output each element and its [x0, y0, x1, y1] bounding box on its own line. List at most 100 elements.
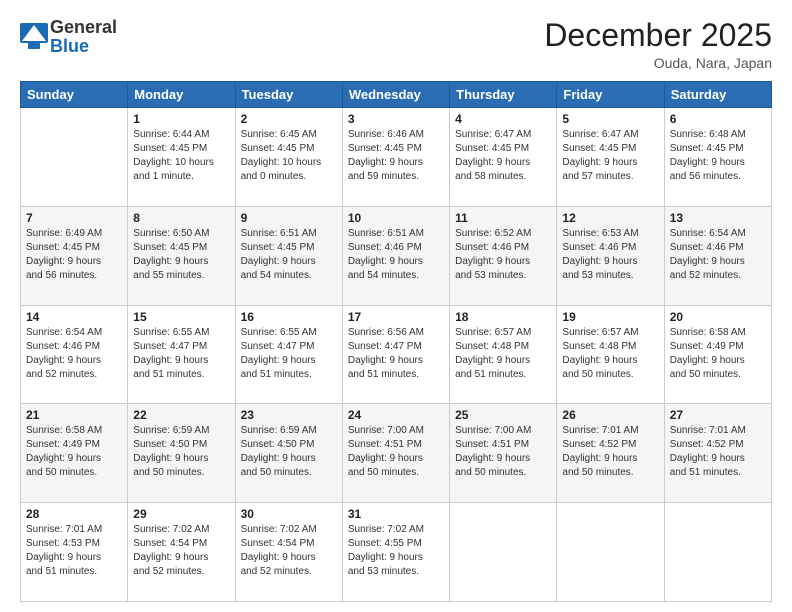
table-row	[557, 503, 664, 602]
day-number: 3	[348, 112, 444, 126]
col-header-tuesday: Tuesday	[235, 82, 342, 108]
day-number: 18	[455, 310, 551, 324]
cell-info: Sunrise: 6:45 AM Sunset: 4:45 PM Dayligh…	[241, 128, 337, 184]
day-number: 8	[133, 211, 229, 225]
table-row: 8 Sunrise: 6:50 AM Sunset: 4:45 PM Daylig…	[128, 206, 235, 305]
day-number: 12	[562, 211, 658, 225]
cell-info: Sunrise: 6:57 AM Sunset: 4:48 PM Dayligh…	[455, 326, 551, 382]
day-number: 26	[562, 408, 658, 422]
table-row: 6 Sunrise: 6:48 AM Sunset: 4:45 PM Daylig…	[664, 108, 771, 207]
month-title: December 2025	[544, 18, 772, 53]
cell-info: Sunrise: 6:47 AM Sunset: 4:45 PM Dayligh…	[455, 128, 551, 184]
day-number: 14	[26, 310, 122, 324]
title-block: December 2025 Ouda, Nara, Japan	[544, 18, 772, 71]
logo: General Blue	[20, 18, 117, 56]
day-number: 31	[348, 507, 444, 521]
day-number: 11	[455, 211, 551, 225]
cell-info: Sunrise: 6:54 AM Sunset: 4:46 PM Dayligh…	[670, 227, 766, 283]
table-row: 9 Sunrise: 6:51 AM Sunset: 4:45 PM Daylig…	[235, 206, 342, 305]
col-header-thursday: Thursday	[450, 82, 557, 108]
cell-info: Sunrise: 6:59 AM Sunset: 4:50 PM Dayligh…	[241, 424, 337, 480]
table-row: 20Sunrise: 6:58 AM Sunset: 4:49 PM Dayli…	[664, 305, 771, 404]
table-row: 30 Sunrise: 7:02 AM Sunset: 4:54 PM Dayli…	[235, 503, 342, 602]
table-row: 15 Sunrise: 6:55 AM Sunset: 4:47 PM Dayli…	[128, 305, 235, 404]
table-row: 25Sunrise: 7:00 AM Sunset: 4:51 PM Dayli…	[450, 404, 557, 503]
day-number: 9	[241, 211, 337, 225]
col-header-saturday: Saturday	[664, 82, 771, 108]
cell-info: Sunrise: 6:56 AM Sunset: 4:47 PM Dayligh…	[348, 326, 444, 382]
location: Ouda, Nara, Japan	[544, 55, 772, 71]
cell-info: Sunrise: 6:51 AM Sunset: 4:45 PM Dayligh…	[241, 227, 337, 283]
cell-info: Sunrise: 7:00 AM Sunset: 4:51 PM Dayligh…	[348, 424, 444, 480]
col-header-monday: Monday	[128, 82, 235, 108]
logo-general: General	[50, 18, 117, 37]
table-row: 5Sunrise: 6:47 AM Sunset: 4:45 PM Daylig…	[557, 108, 664, 207]
table-row: 17 Sunrise: 6:56 AM Sunset: 4:47 PM Dayli…	[342, 305, 449, 404]
day-number: 23	[241, 408, 337, 422]
table-row: 18 Sunrise: 6:57 AM Sunset: 4:48 PM Dayli…	[450, 305, 557, 404]
cell-info: Sunrise: 6:54 AM Sunset: 4:46 PM Dayligh…	[26, 326, 122, 382]
day-number: 27	[670, 408, 766, 422]
table-row: 21Sunrise: 6:58 AM Sunset: 4:49 PM Dayli…	[21, 404, 128, 503]
cell-info: Sunrise: 6:48 AM Sunset: 4:45 PM Dayligh…	[670, 128, 766, 184]
cell-info: Sunrise: 6:47 AM Sunset: 4:45 PM Dayligh…	[562, 128, 658, 184]
day-number: 16	[241, 310, 337, 324]
cell-info: Sunrise: 7:01 AM Sunset: 4:52 PM Dayligh…	[562, 424, 658, 480]
cell-info: Sunrise: 6:55 AM Sunset: 4:47 PM Dayligh…	[241, 326, 337, 382]
day-number: 17	[348, 310, 444, 324]
day-number: 6	[670, 112, 766, 126]
table-row: 10 Sunrise: 6:51 AM Sunset: 4:46 PM Dayli…	[342, 206, 449, 305]
cell-info: Sunrise: 6:52 AM Sunset: 4:46 PM Dayligh…	[455, 227, 551, 283]
day-number: 30	[241, 507, 337, 521]
col-header-sunday: Sunday	[21, 82, 128, 108]
cell-info: Sunrise: 6:53 AM Sunset: 4:46 PM Dayligh…	[562, 227, 658, 283]
table-row: 3 Sunrise: 6:46 AM Sunset: 4:45 PM Daylig…	[342, 108, 449, 207]
cell-info: Sunrise: 6:49 AM Sunset: 4:45 PM Dayligh…	[26, 227, 122, 283]
cell-info: Sunrise: 7:00 AM Sunset: 4:51 PM Dayligh…	[455, 424, 551, 480]
cell-info: Sunrise: 7:01 AM Sunset: 4:53 PM Dayligh…	[26, 523, 122, 579]
day-number: 21	[26, 408, 122, 422]
day-number: 29	[133, 507, 229, 521]
day-number: 15	[133, 310, 229, 324]
cell-info: Sunrise: 6:46 AM Sunset: 4:45 PM Dayligh…	[348, 128, 444, 184]
day-number: 28	[26, 507, 122, 521]
table-row: 27 Sunrise: 7:01 AM Sunset: 4:52 PM Dayli…	[664, 404, 771, 503]
day-number: 4	[455, 112, 551, 126]
table-row: 1 Sunrise: 6:44 AM Sunset: 4:45 PM Daylig…	[128, 108, 235, 207]
cell-info: Sunrise: 7:02 AM Sunset: 4:54 PM Dayligh…	[133, 523, 229, 579]
cell-info: Sunrise: 7:02 AM Sunset: 4:55 PM Dayligh…	[348, 523, 444, 579]
day-number: 20	[670, 310, 766, 324]
table-row: 24Sunrise: 7:00 AM Sunset: 4:51 PM Dayli…	[342, 404, 449, 503]
cell-info: Sunrise: 6:59 AM Sunset: 4:50 PM Dayligh…	[133, 424, 229, 480]
day-number: 1	[133, 112, 229, 126]
day-number: 19	[562, 310, 658, 324]
day-number: 10	[348, 211, 444, 225]
page: General Blue December 2025 Ouda, Nara, J…	[0, 0, 792, 612]
table-row: 12 Sunrise: 6:53 AM Sunset: 4:46 PM Dayli…	[557, 206, 664, 305]
cell-info: Sunrise: 6:44 AM Sunset: 4:45 PM Dayligh…	[133, 128, 229, 184]
table-row: 14 Sunrise: 6:54 AM Sunset: 4:46 PM Dayli…	[21, 305, 128, 404]
cell-info: Sunrise: 6:55 AM Sunset: 4:47 PM Dayligh…	[133, 326, 229, 382]
table-row: 29 Sunrise: 7:02 AM Sunset: 4:54 PM Dayli…	[128, 503, 235, 602]
col-header-wednesday: Wednesday	[342, 82, 449, 108]
table-row: 31 Sunrise: 7:02 AM Sunset: 4:55 PM Dayli…	[342, 503, 449, 602]
day-number: 22	[133, 408, 229, 422]
cell-info: Sunrise: 7:02 AM Sunset: 4:54 PM Dayligh…	[241, 523, 337, 579]
table-row: 2Sunrise: 6:45 AM Sunset: 4:45 PM Daylig…	[235, 108, 342, 207]
table-row: 7Sunrise: 6:49 AM Sunset: 4:45 PM Daylig…	[21, 206, 128, 305]
col-header-friday: Friday	[557, 82, 664, 108]
table-row: 19Sunrise: 6:57 AM Sunset: 4:48 PM Dayli…	[557, 305, 664, 404]
calendar-table: SundayMondayTuesdayWednesdayThursdayFrid…	[20, 81, 772, 602]
header: General Blue December 2025 Ouda, Nara, J…	[20, 18, 772, 71]
cell-info: Sunrise: 6:50 AM Sunset: 4:45 PM Dayligh…	[133, 227, 229, 283]
cell-info: Sunrise: 6:51 AM Sunset: 4:46 PM Dayligh…	[348, 227, 444, 283]
table-row: 16 Sunrise: 6:55 AM Sunset: 4:47 PM Dayli…	[235, 305, 342, 404]
logo-icon	[20, 23, 48, 51]
table-row: 28 Sunrise: 7:01 AM Sunset: 4:53 PM Dayli…	[21, 503, 128, 602]
table-row: 11 Sunrise: 6:52 AM Sunset: 4:46 PM Dayli…	[450, 206, 557, 305]
table-row	[21, 108, 128, 207]
cell-info: Sunrise: 7:01 AM Sunset: 4:52 PM Dayligh…	[670, 424, 766, 480]
table-row: 13Sunrise: 6:54 AM Sunset: 4:46 PM Dayli…	[664, 206, 771, 305]
table-row: 22 Sunrise: 6:59 AM Sunset: 4:50 PM Dayli…	[128, 404, 235, 503]
table-row	[450, 503, 557, 602]
